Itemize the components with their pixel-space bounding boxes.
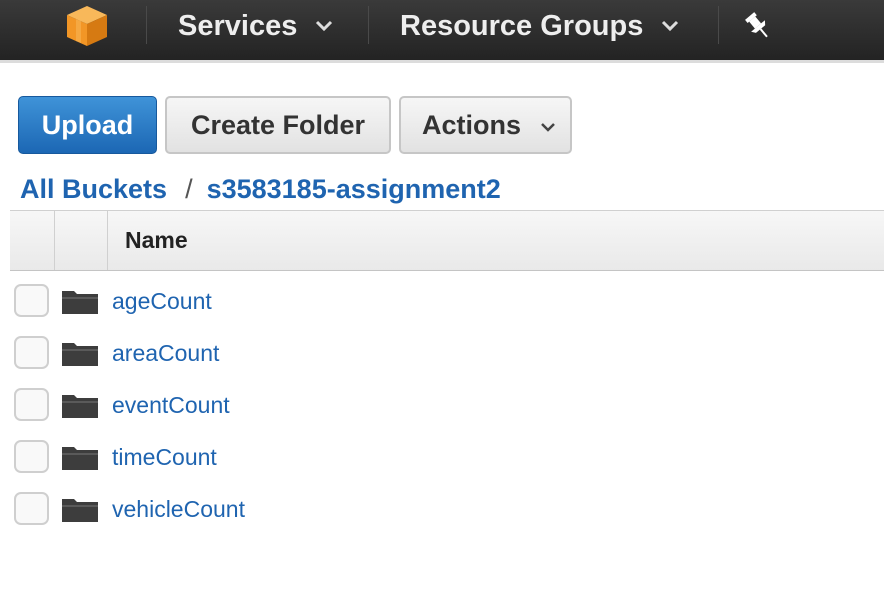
- folder-icon: [62, 499, 98, 522]
- folder-name-link[interactable]: areaCount: [112, 330, 219, 376]
- name-column-header[interactable]: Name: [125, 211, 188, 270]
- nav-divider: [368, 6, 369, 44]
- row-checkbox[interactable]: [14, 388, 49, 421]
- table-row[interactable]: ageCount: [0, 278, 884, 330]
- actions-dropdown-button[interactable]: Actions: [399, 96, 572, 154]
- table-row[interactable]: timeCount: [0, 434, 884, 486]
- row-checkbox[interactable]: [14, 440, 49, 473]
- resource-groups-label: Resource Groups: [400, 9, 644, 42]
- pushpin-icon[interactable]: [742, 10, 774, 42]
- folder-name-link[interactable]: timeCount: [112, 434, 217, 480]
- chevron-down-icon: [316, 20, 333, 32]
- upload-button[interactable]: Upload: [18, 96, 157, 154]
- row-checkbox[interactable]: [14, 284, 49, 317]
- table-row[interactable]: eventCount: [0, 382, 884, 434]
- folder-name-link[interactable]: eventCount: [112, 382, 230, 428]
- folder-icon: [62, 343, 98, 366]
- top-navigation-bar: Services Resource Groups: [0, 0, 884, 63]
- table-header: Name: [10, 210, 884, 271]
- table-row[interactable]: vehicleCount: [0, 486, 884, 538]
- row-checkbox[interactable]: [14, 492, 49, 525]
- folder-name-link[interactable]: ageCount: [112, 278, 212, 324]
- nav-divider: [718, 6, 719, 44]
- select-column-header: [10, 211, 55, 270]
- create-folder-button[interactable]: Create Folder: [165, 96, 391, 154]
- aws-cube-icon[interactable]: [62, 4, 112, 48]
- icon-column-header: [55, 211, 108, 270]
- upload-label: Upload: [41, 109, 134, 140]
- create-folder-label: Create Folder: [190, 109, 366, 140]
- table-row[interactable]: areaCount: [0, 330, 884, 382]
- breadcrumb-bucket-link[interactable]: s3583185-assignment2: [207, 174, 501, 205]
- row-checkbox[interactable]: [14, 336, 49, 369]
- folder-icon: [62, 447, 98, 470]
- breadcrumb: All Buckets / s3583185-assignment2: [20, 174, 501, 205]
- services-menu[interactable]: Services: [178, 0, 333, 52]
- folder-icon: [62, 291, 98, 314]
- folder-icon: [62, 395, 98, 418]
- chevron-down-icon: [662, 20, 679, 32]
- breadcrumb-all-buckets-link[interactable]: All Buckets: [20, 174, 167, 205]
- resource-groups-menu[interactable]: Resource Groups: [400, 0, 679, 52]
- folder-name-link[interactable]: vehicleCount: [112, 486, 245, 532]
- nav-divider: [146, 6, 147, 44]
- chevron-down-icon: [541, 123, 555, 132]
- actions-label: Actions: [422, 109, 522, 140]
- services-label: Services: [178, 9, 298, 42]
- breadcrumb-separator: /: [185, 174, 193, 204]
